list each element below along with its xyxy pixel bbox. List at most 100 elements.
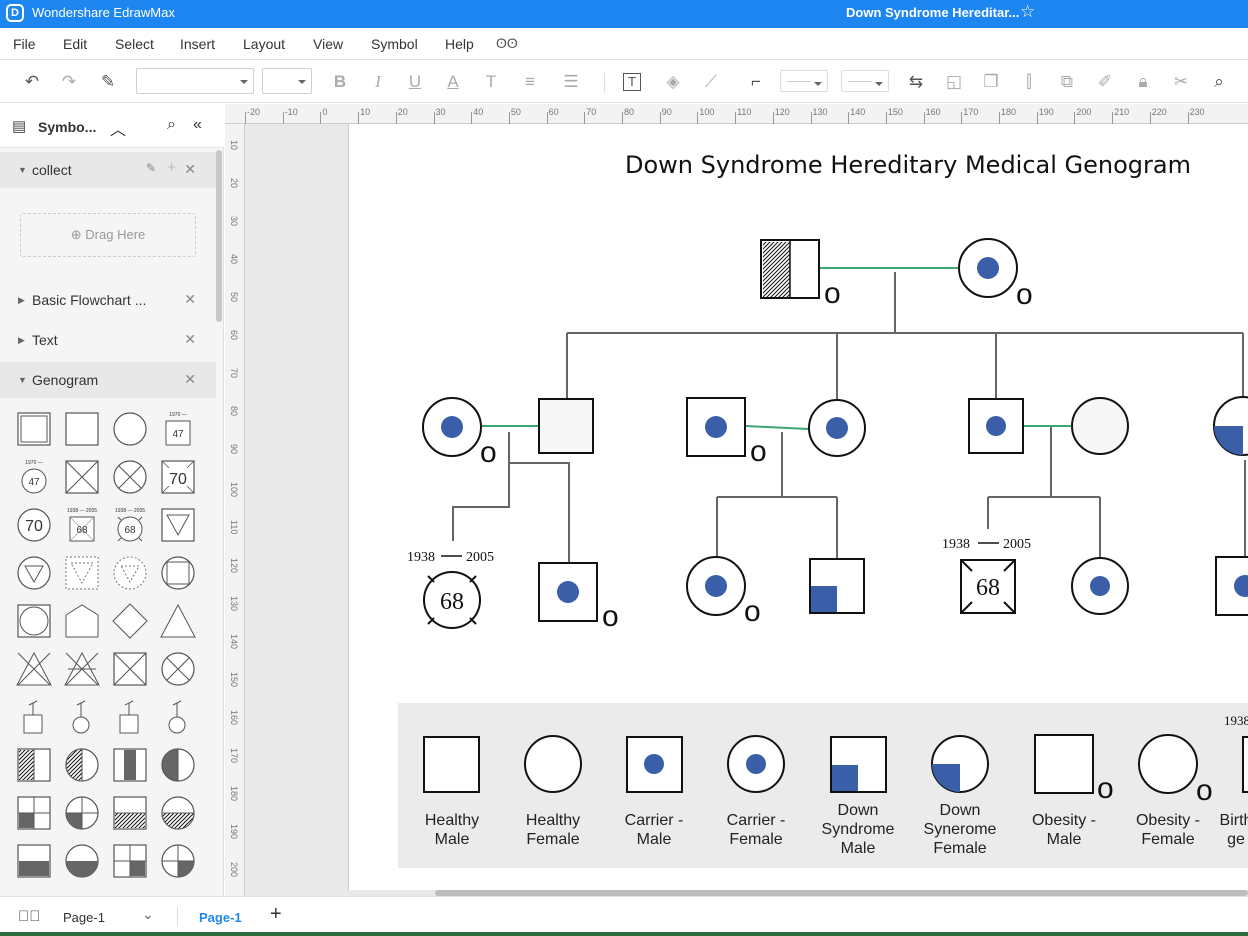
undo-icon[interactable]: ↶	[21, 71, 43, 93]
genogram-symbol-quarter-square-br-icon[interactable]	[110, 841, 150, 881]
page-layout-icon[interactable]: ▯⃞	[18, 908, 41, 925]
position-icon[interactable]: ◱	[943, 71, 965, 93]
font-family-select[interactable]	[136, 68, 254, 94]
ruler-tick-label: 160	[229, 710, 239, 726]
genogram-symbol-age-square-icon[interactable]: 70	[158, 457, 198, 497]
close-icon[interactable]: ✕	[184, 331, 196, 348]
format-painter-icon[interactable]: ✎	[97, 71, 119, 93]
edit-shape-icon[interactable]: ✐	[1094, 71, 1116, 93]
genogram-symbol-triangle-down-square-icon[interactable]	[158, 505, 198, 545]
line-color-icon[interactable]: ⟋	[700, 71, 722, 93]
genogram-symbol-x-triangle-icon[interactable]	[14, 649, 54, 689]
genogram-symbol-circle-icon[interactable]	[110, 409, 150, 449]
genogram-symbol-half-circle-bottom-icon[interactable]	[62, 841, 102, 881]
drawing-page[interactable]	[348, 124, 1248, 890]
text-box-icon[interactable]: T	[623, 73, 641, 91]
close-icon[interactable]: ✕	[184, 161, 196, 178]
genogram-symbol-age-circle-icon[interactable]: 47 1970 —	[14, 457, 54, 497]
tab-page-1[interactable]: Page-1	[199, 910, 242, 925]
chevron-up-icon[interactable]: ︿	[110, 116, 126, 140]
line-spacing-icon[interactable]: ☰	[560, 71, 582, 93]
genogram-symbol-quarter-square-icon[interactable]	[14, 793, 54, 833]
menu-view[interactable]: View	[313, 36, 343, 52]
genogram-symbol-x-circle-icon[interactable]	[110, 457, 150, 497]
line-weight-select[interactable]	[841, 70, 889, 92]
genogram-symbol-dead-circle-icon[interactable]: 68 1938 — 2005	[110, 505, 150, 545]
line-style-select[interactable]	[780, 70, 828, 92]
genogram-symbol-arrow-square-icon[interactable]	[110, 697, 150, 737]
align-icon[interactable]: ≡	[519, 71, 541, 93]
genogram-symbol-circle-in-square-icon[interactable]	[14, 601, 54, 641]
genogram-symbol-diamond-icon[interactable]	[110, 601, 150, 641]
add-icon[interactable]: +	[167, 159, 176, 176]
lock-icon[interactable]: 🔒︎	[1132, 71, 1154, 93]
menu-help[interactable]: Help	[445, 36, 474, 52]
genogram-symbol-pentagon-icon[interactable]	[62, 601, 102, 641]
sidebar-scrollbar[interactable]	[216, 150, 222, 322]
genogram-symbol-dashed-triangle-circle-icon[interactable]	[110, 553, 150, 593]
fill-icon[interactable]: ◈	[662, 71, 684, 93]
italic-icon[interactable]: I	[367, 71, 389, 93]
edit-icon[interactable]: ✎	[146, 161, 156, 175]
underline-icon[interactable]: U	[404, 71, 426, 93]
genogram-symbol-arrow-circle-icon[interactable]	[158, 697, 198, 737]
genogram-symbol-dead-square-icon[interactable]: 68 1938 — 2005	[62, 505, 102, 545]
arrow-style-icon[interactable]: ⇆	[902, 71, 930, 93]
section-basic-flowchart[interactable]: ▶ Basic Flowchart ... ✕	[0, 282, 216, 318]
connector-icon[interactable]: ⌐	[742, 71, 770, 93]
genogram-symbol-x-square-icon[interactable]	[62, 457, 102, 497]
genogram-symbol-square-in-circle-icon[interactable]	[158, 553, 198, 593]
star-icon[interactable]: ☆	[1020, 2, 1035, 22]
collapse-icon[interactable]: «	[193, 116, 202, 134]
genogram-symbol-half-square-bottom-hatch-icon[interactable]	[110, 793, 150, 833]
section-collect[interactable]: ▼ collect ✎ + ✕	[0, 152, 216, 188]
font-size-select[interactable]	[262, 68, 312, 94]
genogram-symbol-arrow-square-icon[interactable]	[14, 697, 54, 737]
genogram-symbol-x-triangle-dash-icon[interactable]	[62, 649, 102, 689]
search-icon[interactable]: ⌕	[167, 116, 176, 134]
tools-icon[interactable]: ✂	[1170, 71, 1192, 93]
genogram-symbol-half-square-center-icon[interactable]	[110, 745, 150, 785]
genogram-symbol-half-circle-left-dark-icon[interactable]	[158, 745, 198, 785]
menu-symbol[interactable]: Symbol	[371, 36, 418, 52]
canvas-area[interactable]: -20 -10 0 10 20 30 40 50 60 70 80 90 100 110 120 130 140…	[225, 104, 1248, 896]
text-style-icon[interactable]: T	[480, 71, 502, 93]
search-icon[interactable]: ⌕	[1208, 71, 1230, 93]
genogram-symbol-quarter-circle-br-icon[interactable]	[158, 841, 198, 881]
redo-icon[interactable]: ↷	[58, 71, 80, 93]
section-genogram[interactable]: ▼ Genogram ✕	[0, 362, 216, 398]
genogram-symbol-double-square-icon[interactable]	[14, 409, 54, 449]
menu-insert[interactable]: Insert	[180, 36, 215, 52]
group-icon[interactable]: ⧉	[1056, 71, 1078, 93]
close-icon[interactable]: ✕	[184, 371, 196, 388]
genogram-symbol-half-circle-bottom-hatch-icon[interactable]	[158, 793, 198, 833]
drag-here-zone[interactable]: ⊕ Drag Here	[20, 213, 196, 257]
genogram-symbol-square-icon[interactable]	[62, 409, 102, 449]
genogram-symbol-quarter-circle-icon[interactable]	[62, 793, 102, 833]
size-icon[interactable]: ❐	[980, 71, 1002, 93]
genogram-symbol-x-square-small-icon[interactable]	[110, 649, 150, 689]
genogram-symbol-x-circle-small-icon[interactable]	[158, 649, 198, 689]
chevron-down-icon[interactable]: ⌄	[142, 906, 154, 923]
section-text[interactable]: ▶ Text ✕	[0, 322, 216, 358]
genogram-symbol-half-square-left-icon[interactable]	[14, 745, 54, 785]
add-page-icon[interactable]: +	[270, 903, 282, 926]
glasses-icon[interactable]: ʘʘ	[496, 35, 518, 51]
menu-file[interactable]: File	[13, 36, 36, 52]
genogram-symbol-half-square-bottom-icon[interactable]	[14, 841, 54, 881]
font-color-icon[interactable]: A	[442, 71, 464, 93]
close-icon[interactable]: ✕	[184, 291, 196, 308]
genogram-symbol-half-circle-left-hatch-icon[interactable]	[62, 745, 102, 785]
menu-edit[interactable]: Edit	[63, 36, 87, 52]
genogram-symbol-age-square-icon[interactable]: 47 1970 —	[158, 409, 198, 449]
menu-layout[interactable]: Layout	[243, 36, 285, 52]
bold-icon[interactable]: B	[329, 71, 351, 93]
page-selector[interactable]: Page-1	[63, 910, 105, 925]
align-objects-icon[interactable]: ⫿	[1018, 71, 1040, 93]
genogram-symbol-triangle-icon[interactable]	[158, 601, 198, 641]
genogram-symbol-arrow-circle-icon[interactable]	[62, 697, 102, 737]
genogram-symbol-age-circle-icon[interactable]: 70	[14, 505, 54, 545]
genogram-symbol-triangle-down-circle-icon[interactable]	[14, 553, 54, 593]
genogram-symbol-dashed-triangle-square-icon[interactable]	[62, 553, 102, 593]
menu-select[interactable]: Select	[115, 36, 154, 52]
